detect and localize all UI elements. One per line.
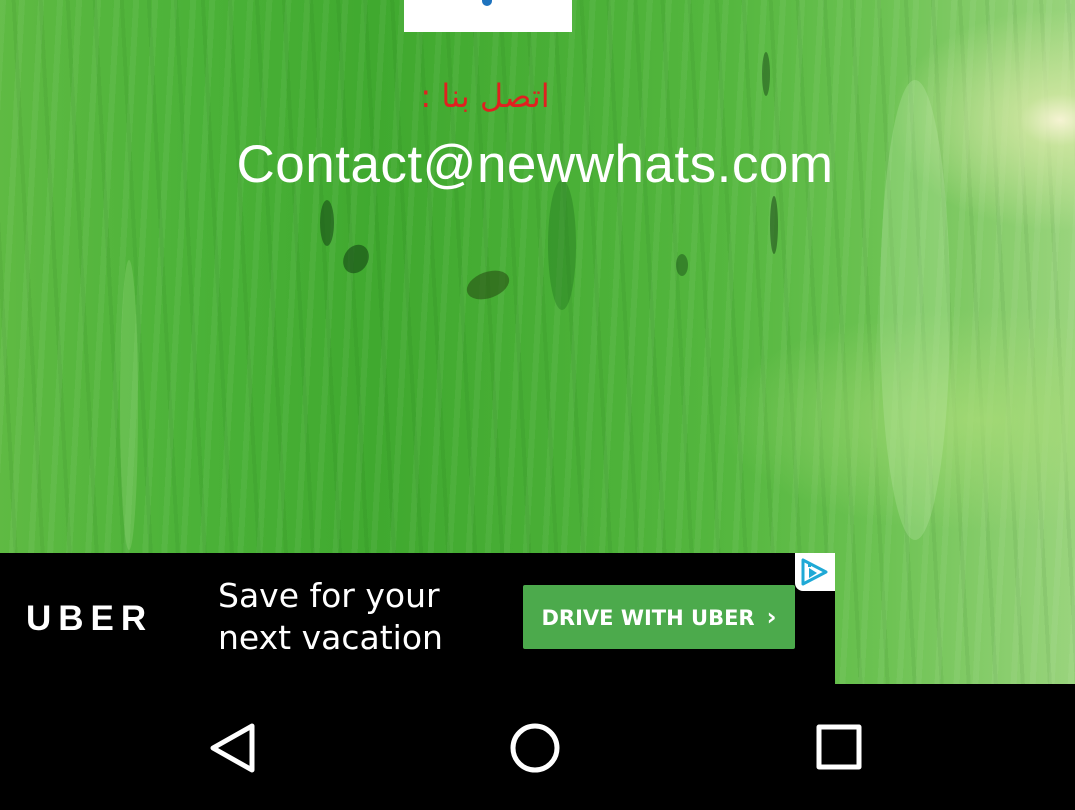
contact-email-link[interactable]: Contact@newwhats.com [150,134,920,196]
background-streak [462,265,514,305]
background-streak [770,196,778,254]
background-streak [338,240,374,278]
home-circle-icon[interactable] [506,720,566,776]
app-logo-box [404,0,572,32]
recents-square-icon[interactable] [810,720,870,776]
app-screen: اتصل بنا : Contact@newwhats.com UBER Sav… [0,0,1075,810]
ad-cta-label: DRIVE WITH UBER [541,606,755,630]
ad-headline-line1: Save for your [218,576,440,615]
background-streak [548,180,576,310]
background-streak [120,260,138,550]
chevron-right-icon: › [766,603,777,631]
drive-with-uber-button[interactable]: DRIVE WITH UBER › [523,585,795,649]
ad-headline-line2: next vacation [218,618,443,657]
logo-mark-icon [482,0,492,6]
adchoices-glyph-icon [801,558,828,586]
back-triangle-icon[interactable] [205,720,265,776]
background-streak [320,200,334,246]
ad-brand-logo: UBER [26,599,154,638]
ad-banner[interactable]: UBER Save for your next vacation DRIVE W… [0,553,835,684]
background-streak [676,254,688,276]
ad-headline: Save for your next vacation [218,575,498,659]
system-navigation-bar [0,684,1075,810]
contact-us-label: اتصل بنا : [420,77,550,115]
background-streak [762,52,770,96]
adchoices-icon[interactable] [795,553,835,591]
